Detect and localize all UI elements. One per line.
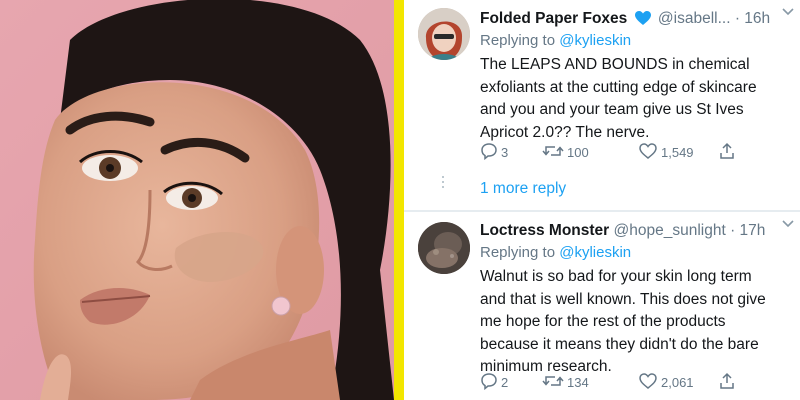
tweet-thread: Folded Paper Foxes @isabell... · 16h Rep… bbox=[404, 0, 800, 400]
chevron-down-icon[interactable] bbox=[782, 4, 794, 19]
face-illustration bbox=[0, 0, 394, 400]
tweet-header: Loctress Monster @hope_sunlight · 17h bbox=[480, 220, 792, 242]
tweet-actions: 3 100 1,549 bbox=[480, 140, 790, 164]
replying-to-label: Replying to bbox=[480, 244, 556, 261]
share-icon bbox=[718, 142, 739, 163]
yellow-divider bbox=[394, 0, 404, 400]
reply-count: 3 bbox=[501, 144, 509, 160]
reply-button[interactable]: 3 bbox=[480, 140, 508, 164]
replying-to: Replying to @kylieskin bbox=[480, 32, 631, 49]
promo-photo bbox=[0, 0, 394, 400]
avatar[interactable] bbox=[418, 8, 470, 60]
share-icon bbox=[718, 372, 739, 393]
handle[interactable]: @hope_sunlight bbox=[614, 222, 726, 239]
retweet-button[interactable]: 134 bbox=[542, 370, 589, 394]
retweet-icon bbox=[542, 142, 567, 163]
retweet-button[interactable]: 100 bbox=[542, 140, 589, 164]
retweet-icon bbox=[542, 372, 567, 393]
like-button[interactable]: 1,549 bbox=[638, 140, 694, 164]
handle[interactable]: @isabell... bbox=[658, 10, 731, 27]
avatar[interactable] bbox=[418, 222, 470, 274]
replying-to-user[interactable]: @kylieskin bbox=[559, 32, 631, 49]
share-button[interactable] bbox=[718, 140, 739, 164]
tweet-item[interactable]: Folded Paper Foxes @isabell... · 16h Rep… bbox=[404, 0, 800, 210]
like-icon bbox=[638, 372, 661, 393]
reply-button[interactable]: 2 bbox=[480, 370, 508, 394]
reply-icon bbox=[480, 142, 501, 163]
tweet-actions: 2 134 2,061 bbox=[480, 370, 790, 394]
like-count: 2,061 bbox=[661, 374, 694, 390]
replying-to-user[interactable]: @kylieskin bbox=[559, 244, 631, 261]
like-button[interactable]: 2,061 bbox=[638, 370, 694, 394]
replying-to: Replying to @kylieskin bbox=[480, 244, 631, 261]
share-button[interactable] bbox=[718, 370, 739, 394]
display-name[interactable]: Loctress Monster bbox=[480, 222, 609, 239]
retweet-count: 100 bbox=[567, 144, 589, 160]
reply-icon bbox=[480, 372, 501, 393]
like-count: 1,549 bbox=[661, 144, 694, 160]
more-replies-link[interactable]: 1 more reply bbox=[480, 180, 566, 198]
thread-connector bbox=[442, 176, 446, 191]
timestamp[interactable]: · 16h bbox=[735, 10, 770, 27]
display-name[interactable]: Folded Paper Foxes bbox=[480, 10, 627, 27]
timestamp[interactable]: · 17h bbox=[730, 222, 765, 239]
reply-count: 2 bbox=[501, 374, 509, 390]
tweet-item[interactable]: Loctress Monster @hope_sunlight · 17h Re… bbox=[404, 212, 800, 400]
verified-heart-icon bbox=[634, 10, 652, 33]
retweet-count: 134 bbox=[567, 374, 589, 390]
replying-to-label: Replying to bbox=[480, 32, 556, 49]
like-icon bbox=[638, 142, 661, 163]
chevron-down-icon[interactable] bbox=[782, 216, 794, 231]
tweet-header: Folded Paper Foxes @isabell... · 16h bbox=[480, 8, 792, 30]
tweet-text: The LEAPS AND BOUNDS in chemical exfolia… bbox=[480, 56, 757, 141]
tweet-text: Walnut is so bad for your skin long term… bbox=[480, 268, 766, 375]
